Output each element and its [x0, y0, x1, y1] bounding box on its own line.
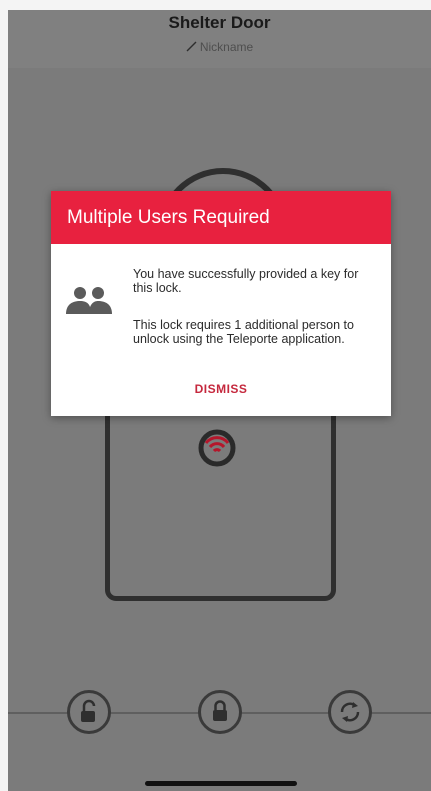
nickname-label: Nickname: [199, 40, 254, 54]
home-indicator[interactable]: [145, 781, 297, 786]
dialog-message-key-provided: You have successfully provided a key for…: [133, 267, 359, 295]
lock-screen: Shelter Door Nickname Multiple Users Req…: [8, 10, 431, 791]
dialog-header: Multiple Users Required: [51, 191, 391, 244]
nickname-edit[interactable]: Nickname: [8, 40, 431, 55]
lock-icon: [213, 700, 227, 721]
header: Shelter Door Nickname: [8, 10, 431, 68]
dialog-message-additional-person: This lock requires 1 additional person t…: [133, 318, 354, 346]
dialog-title: Multiple Users Required: [67, 207, 270, 228]
pencil-icon: [186, 41, 197, 55]
screen-margin: [0, 0, 8, 791]
dismiss-button[interactable]: DISMISS: [51, 382, 391, 396]
sync-button[interactable]: [328, 690, 372, 734]
sync-icon: [340, 702, 360, 722]
unlock-button[interactable]: [67, 690, 111, 734]
lock-button[interactable]: [198, 690, 242, 734]
users-icon: [64, 284, 116, 320]
multiple-users-dialog: Multiple Users Required You have success…: [51, 191, 391, 416]
status-bar-margin: [0, 0, 431, 10]
unlock-icon: [81, 699, 96, 722]
wireless-signal-icon: [197, 428, 237, 468]
page-title: Shelter Door: [168, 13, 271, 32]
